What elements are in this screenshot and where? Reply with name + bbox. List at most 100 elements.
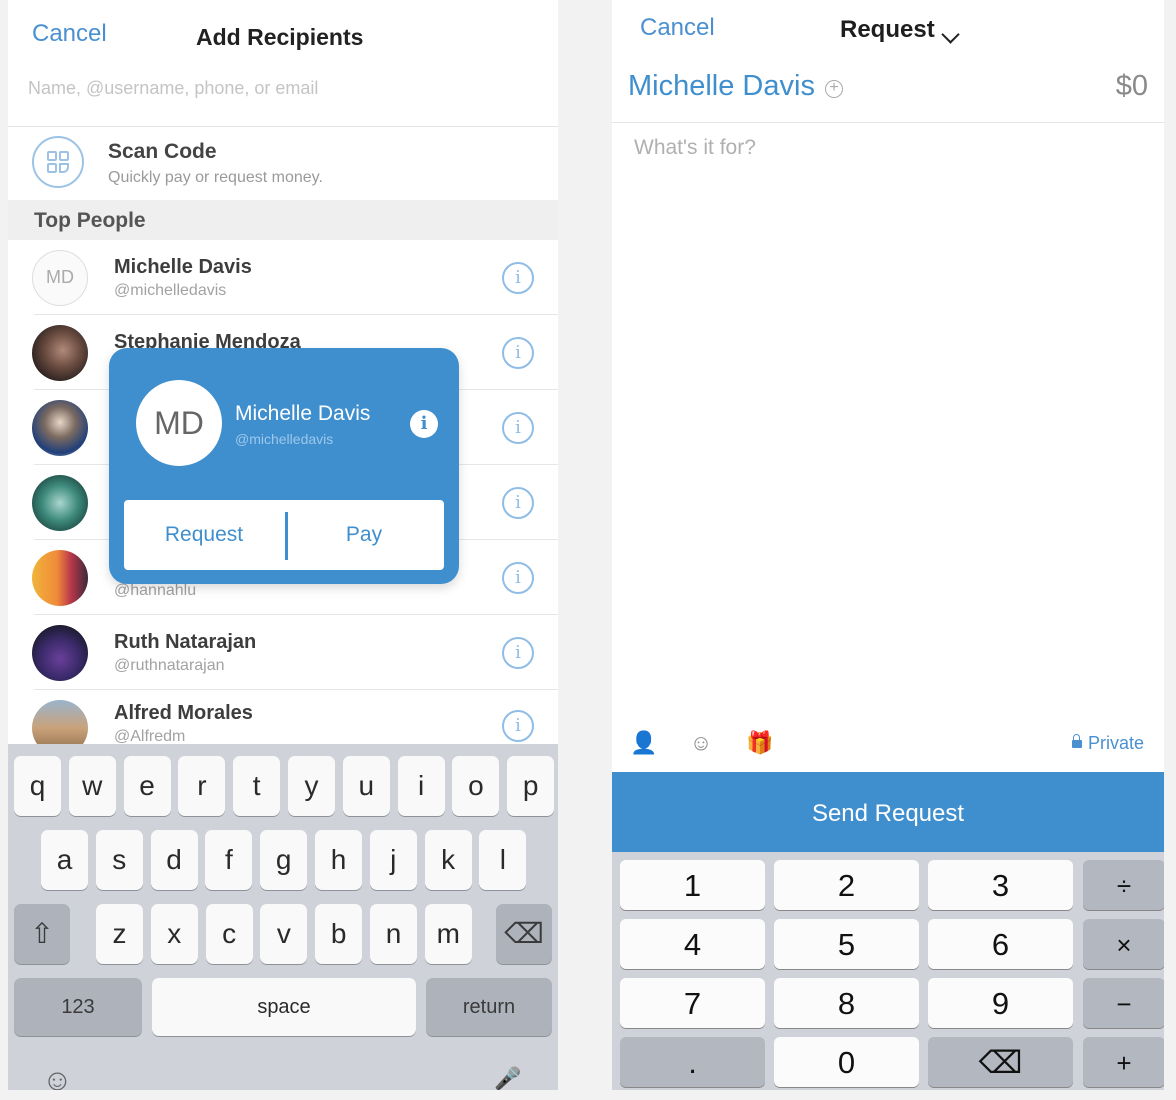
person-handle: @ruthnatarajan	[114, 657, 225, 674]
numpad-key-1[interactable]: 1	[620, 860, 765, 910]
numpad-key-5[interactable]: 5	[774, 919, 919, 969]
key-z[interactable]: z	[96, 904, 143, 964]
person-name: Alfred Morales	[114, 702, 253, 724]
amount-field[interactable]: $0	[1116, 70, 1148, 103]
add-recipient-icon[interactable]: +	[825, 80, 843, 98]
section-header: Top People	[8, 200, 558, 240]
numbers-key[interactable]: 123	[14, 978, 142, 1036]
numpad: 1 2 3 ÷ 4 5 6 × 7 8 9−. 0 ⌫ +	[612, 852, 1164, 1090]
person-handle: @michelledavis	[114, 282, 227, 299]
note-input[interactable]: What's it for?	[634, 136, 756, 160]
pay-button[interactable]: Pay	[284, 500, 444, 570]
scan-code-subtitle: Quickly pay or request money.	[108, 169, 323, 186]
key-p[interactable]: p	[507, 756, 555, 816]
emoji-icon[interactable]: ☺	[688, 730, 714, 756]
info-icon[interactable]: i	[502, 710, 534, 742]
numpad-key-subtract[interactable]: −	[1083, 978, 1164, 1028]
scan-code-title: Scan Code	[108, 140, 217, 163]
list-item[interactable]: Ruth Natarajan @ruthnatarajan i	[8, 615, 558, 690]
page-title: Add Recipients	[196, 24, 364, 50]
numpad-key-delete[interactable]: ⌫	[928, 1037, 1073, 1087]
info-icon[interactable]: i	[502, 562, 534, 594]
key-q[interactable]: q	[14, 756, 61, 816]
key-w[interactable]: w	[68, 756, 116, 816]
privacy-label: Private	[1087, 733, 1144, 753]
popup-handle: @michelledavis	[235, 431, 334, 447]
search-input[interactable]: Name, @username, phone, or email	[28, 78, 538, 99]
avatar: MD	[32, 250, 88, 306]
key-y[interactable]: y	[288, 756, 335, 816]
info-icon[interactable]: i	[502, 262, 534, 294]
space-key[interactable]: space	[152, 978, 416, 1036]
person-name: Michelle Davis	[114, 256, 252, 278]
contact-icon[interactable]: 👤	[630, 730, 657, 756]
info-icon[interactable]: i	[410, 410, 438, 438]
return-key[interactable]: return	[426, 978, 552, 1036]
info-icon[interactable]: i	[502, 487, 534, 519]
info-icon[interactable]: i	[502, 337, 534, 369]
key-m[interactable]: m	[424, 904, 472, 964]
request-screen: Cancel Request Michelle Davis + $0 What'…	[612, 0, 1164, 1090]
info-icon[interactable]: i	[502, 412, 534, 444]
numpad-key-9[interactable]: 9	[928, 978, 1073, 1028]
key-d[interactable]: d	[150, 830, 198, 890]
info-icon[interactable]: i	[502, 637, 534, 669]
sticker-icon[interactable]: 🎁	[746, 730, 773, 756]
numpad-key-8[interactable]: 8	[774, 978, 919, 1028]
key-c[interactable]: c	[205, 904, 253, 964]
cancel-button[interactable]: Cancel	[32, 20, 107, 48]
emoji-icon[interactable]: ☺	[42, 1064, 73, 1090]
key-j[interactable]: j	[369, 830, 417, 890]
numpad-key-4[interactable]: 4	[620, 919, 765, 969]
key-v[interactable]: v	[260, 904, 308, 964]
key-e[interactable]: e	[123, 756, 171, 816]
delete-key[interactable]: ⌫	[496, 904, 552, 964]
key-k[interactable]: k	[424, 830, 472, 890]
key-h[interactable]: h	[315, 830, 362, 890]
numpad-key-decimal[interactable]: .	[620, 1037, 765, 1087]
divider	[8, 126, 558, 127]
page-title[interactable]: Request	[840, 16, 935, 44]
list-item[interactable]: MD Michelle Davis @michelledavis i	[8, 240, 558, 315]
key-i[interactable]: i	[397, 756, 445, 816]
qr-code-icon	[32, 136, 84, 188]
key-b[interactable]: b	[315, 904, 363, 964]
add-recipients-screen: Cancel Add Recipients Name, @username, p…	[8, 0, 558, 1090]
key-n[interactable]: n	[370, 904, 417, 964]
key-u[interactable]: u	[342, 756, 390, 816]
key-l[interactable]: l	[479, 830, 527, 890]
key-x[interactable]: x	[150, 904, 198, 964]
recipient-name[interactable]: Michelle Davis	[628, 70, 815, 103]
chevron-down-icon[interactable]	[941, 25, 960, 44]
avatar	[32, 550, 88, 606]
avatar: MD	[136, 380, 222, 466]
numpad-key-6[interactable]: 6	[928, 919, 1073, 969]
send-request-button[interactable]: Send Request	[612, 772, 1164, 852]
cancel-button[interactable]: Cancel	[640, 14, 715, 42]
numpad-key-7[interactable]: 7	[620, 978, 765, 1028]
key-r[interactable]: r	[178, 756, 226, 816]
key-s[interactable]: s	[95, 830, 143, 890]
numpad-key-multiply[interactable]: ×	[1083, 919, 1164, 969]
popup-actions: Request Pay	[124, 500, 444, 570]
lock-icon	[1071, 734, 1082, 748]
numpad-key-divide[interactable]: ÷	[1083, 860, 1164, 910]
privacy-toggle[interactable]: Private	[1071, 733, 1144, 754]
avatar	[32, 475, 88, 531]
request-button[interactable]: Request	[124, 500, 284, 570]
numpad-key-2[interactable]: 2	[774, 860, 919, 910]
avatar	[32, 325, 88, 381]
section-title: Top People	[34, 209, 146, 232]
key-o[interactable]: o	[452, 756, 500, 816]
popup-name: Michelle Davis	[235, 402, 371, 425]
shift-key[interactable]: ⇧	[14, 904, 70, 964]
avatar	[32, 400, 88, 456]
key-a[interactable]: a	[41, 830, 88, 890]
numpad-key-3[interactable]: 3	[928, 860, 1073, 910]
key-f[interactable]: f	[205, 830, 253, 890]
key-g[interactable]: g	[260, 830, 308, 890]
key-t[interactable]: t	[233, 756, 281, 816]
microphone-icon[interactable]: 🎤	[494, 1066, 521, 1090]
numpad-key-0[interactable]: 0	[774, 1037, 919, 1087]
numpad-key-add[interactable]: +	[1083, 1037, 1164, 1087]
